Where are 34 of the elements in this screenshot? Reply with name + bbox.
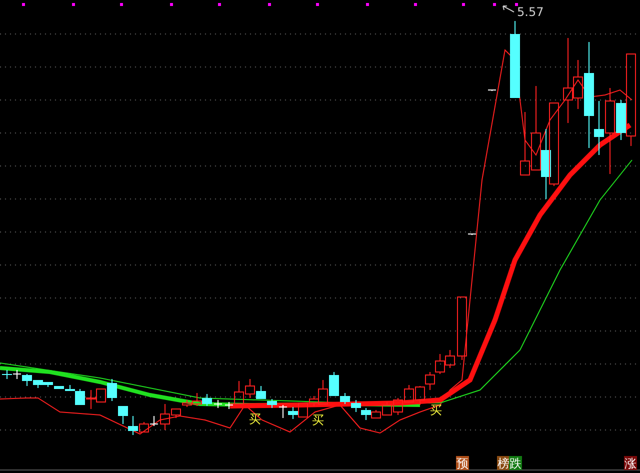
candlestick (520, 112, 530, 176)
candlestick (288, 406, 298, 420)
candlestick (12, 370, 22, 380)
buy-signal-label: 买 (312, 413, 324, 427)
candlestick (415, 386, 425, 406)
candlestick (256, 386, 266, 400)
buy-signal-label: 买 (249, 412, 261, 426)
candlestick (278, 404, 288, 418)
high-price-label: 5.57 (517, 5, 544, 19)
candlestick (457, 296, 467, 360)
candlestick (245, 378, 255, 398)
candlestick (214, 400, 222, 408)
candlestick (541, 128, 551, 200)
candlestick (202, 394, 212, 406)
signal-badge: 跌 (509, 456, 522, 470)
buy-signal-label: 买 (430, 403, 442, 417)
signal-badge: 预 (456, 456, 469, 470)
candlestick (435, 354, 445, 374)
candlestick (2, 370, 12, 380)
candlestick (267, 398, 277, 408)
candlestick (351, 400, 361, 412)
candlestick (118, 406, 128, 424)
arrow-icon (502, 6, 514, 12)
candlestick (393, 398, 403, 416)
candlestick (425, 372, 435, 390)
candlestick (445, 350, 455, 368)
candlestick (86, 390, 96, 410)
signal-badge: 涨 (624, 456, 637, 470)
candlestick (298, 402, 308, 418)
candlestick (404, 384, 414, 402)
signal-badge: 榜 (497, 456, 510, 470)
candlestick (468, 234, 476, 236)
candlestick (488, 90, 496, 92)
candlestick (150, 416, 158, 426)
